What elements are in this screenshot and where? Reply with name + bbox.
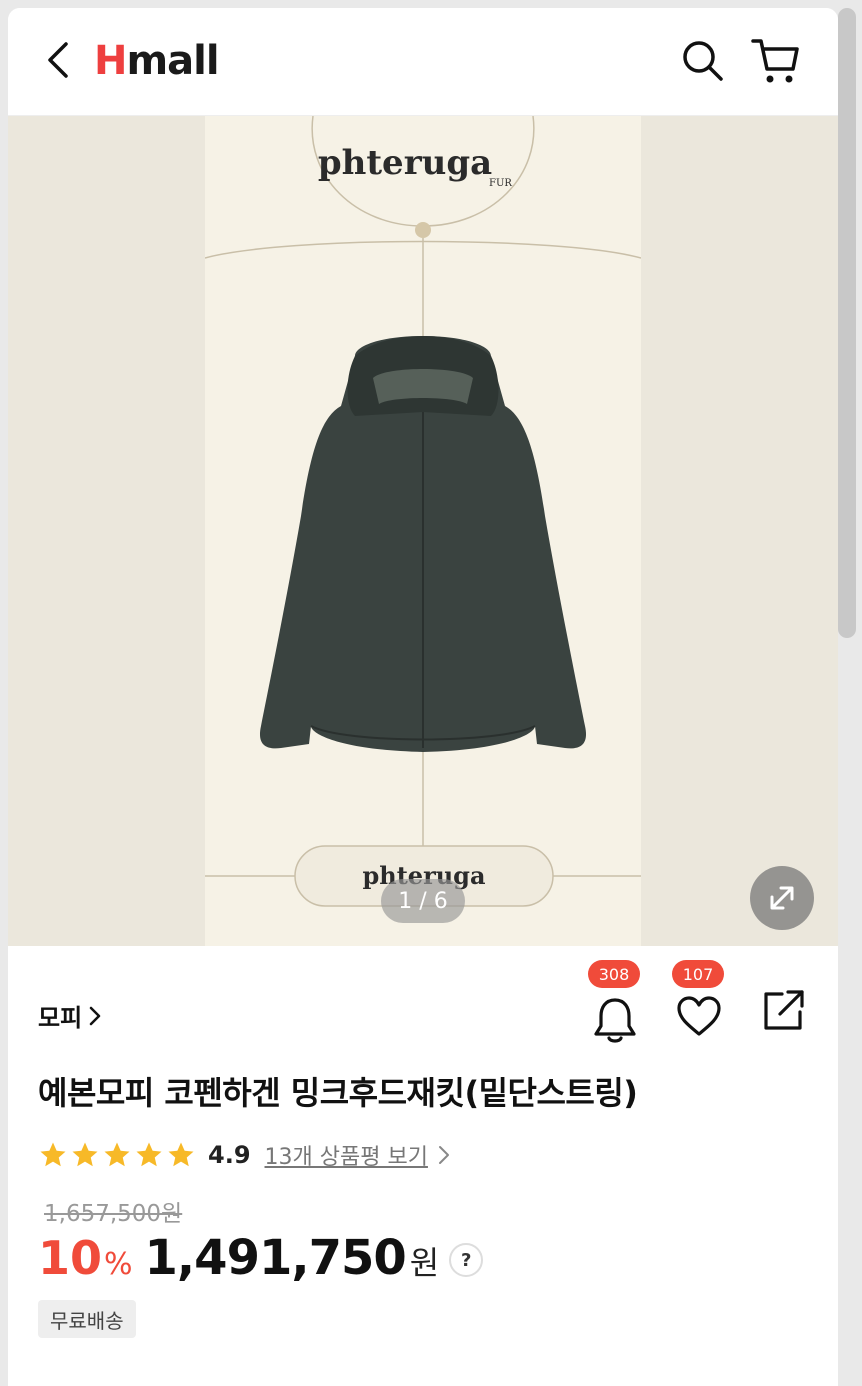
chevron-right-icon[interactable]: [438, 1145, 450, 1165]
original-price: 1,657,500원: [44, 1201, 183, 1227]
fur-jacket-illustration: phteruga FUR phteruga: [204, 116, 642, 907]
category-link[interactable]: 모피: [38, 998, 102, 1033]
product-image: phteruga FUR phteruga: [204, 116, 642, 946]
logo-h: H: [94, 38, 127, 84]
rating-row: 4.9 13개 상품평 보기: [38, 1138, 450, 1172]
free-shipping-tag: 무료배송: [38, 1300, 136, 1338]
image-counter: 1 / 6: [381, 879, 465, 923]
brand-logo-top: phteruga: [318, 143, 492, 183]
logo-text: mall: [126, 38, 219, 84]
search-icon: [683, 41, 723, 81]
category-label: 모피: [38, 1004, 83, 1032]
share-icon: [764, 990, 804, 1030]
discount-unit: %: [104, 1247, 133, 1282]
chevron-left-icon: [48, 42, 68, 78]
price-row: 10 % 1,491,750 원 ?: [38, 1230, 484, 1290]
star-icon: [136, 1142, 162, 1167]
discount-rate: 10: [38, 1231, 103, 1285]
cart-icon: [751, 39, 799, 83]
star-icon: [168, 1142, 194, 1167]
share-button[interactable]: [756, 982, 812, 1038]
expand-image-button[interactable]: [750, 866, 814, 930]
star-icon: [72, 1142, 98, 1167]
like-count-badge: 107: [672, 960, 724, 988]
alarm-button[interactable]: 308: [580, 956, 650, 1046]
review-link[interactable]: 13개 상품평 보기: [265, 1139, 428, 1171]
back-button[interactable]: [36, 38, 80, 82]
sale-price: 1,491,750: [144, 1230, 407, 1286]
top-header: Hmall: [8, 8, 838, 116]
heart-icon: [677, 996, 721, 1036]
product-image-gallery[interactable]: phteruga FUR phteruga 1 / 6: [8, 116, 838, 946]
star-icon: [104, 1142, 130, 1167]
bell-icon: [594, 998, 636, 1043]
product-title: 예본모피 코펜하겐 밍크후드재킷(밑단스트링): [38, 1074, 638, 1112]
star-icon: [40, 1142, 66, 1167]
search-button[interactable]: [680, 38, 726, 84]
star-rating: [38, 1140, 196, 1170]
expand-icon: [770, 886, 794, 910]
hmall-logo[interactable]: Hmall: [94, 34, 220, 88]
alarm-count-badge: 308: [588, 960, 640, 988]
price-help-button[interactable]: ?: [449, 1243, 484, 1277]
price-unit: 원: [409, 1244, 440, 1282]
app-frame: Hmall phteruga FUR phteruga 1 / 6 모피 308…: [8, 8, 838, 1386]
cart-button[interactable]: [750, 36, 802, 86]
brand-logo-sub: FUR: [489, 178, 512, 189]
scrollbar-thumb[interactable]: [838, 8, 856, 638]
chevron-right-icon: [89, 1006, 101, 1025]
rating-score: 4.9: [208, 1141, 251, 1169]
like-button[interactable]: 107: [664, 956, 734, 1046]
